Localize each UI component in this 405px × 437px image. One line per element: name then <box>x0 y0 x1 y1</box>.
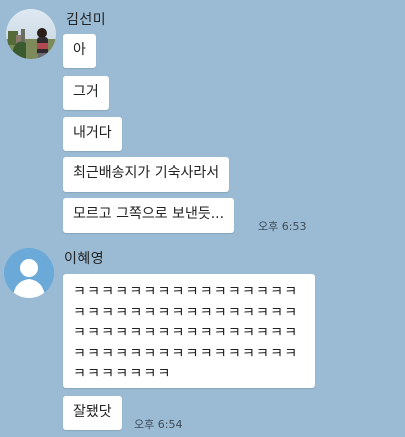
message-bubble[interactable]: ㅋㅋㅋㅋㅋㅋㅋㅋㅋㅋㅋㅋㅋㅋㅋㅋㅋㅋㅋㅋㅋㅋㅋㅋㅋㅋㅋㅋㅋㅋㅋㅋㅋㅋㅋㅋㅋㅋㅋㅋ… <box>63 274 315 388</box>
message-bubble[interactable]: 아 <box>63 34 96 68</box>
message-bubble[interactable]: 잘됐닷 <box>63 396 122 430</box>
profile-photo-icon <box>6 9 56 59</box>
sender-name: 이혜영 <box>64 251 105 267</box>
avatar-kim-seonmi[interactable] <box>6 9 56 59</box>
message-bubble[interactable]: 내거다 <box>63 117 122 151</box>
avatar-lee-hyeyoung[interactable] <box>4 248 54 298</box>
message-bubble[interactable]: 그거 <box>63 76 109 110</box>
default-person-icon <box>4 248 54 298</box>
sender-name: 김선미 <box>66 12 107 28</box>
message-bubble[interactable]: 모르고 그쪽으로 보낸듯... <box>63 198 235 233</box>
message-timestamp: 오후 6:53 <box>258 220 307 233</box>
message-timestamp: 오후 6:54 <box>134 418 183 431</box>
message-bubble[interactable]: 최근배송지가 기숙사라서 <box>63 157 230 192</box>
